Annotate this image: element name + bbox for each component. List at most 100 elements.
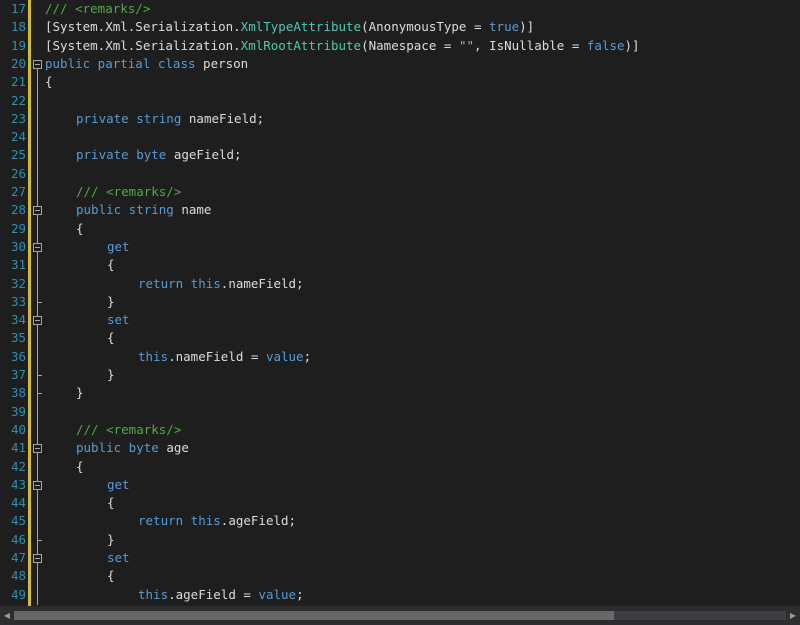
line-number: 35 xyxy=(10,330,26,346)
line-number: 23 xyxy=(10,110,26,126)
collapse-toggle-icon[interactable] xyxy=(33,242,42,252)
outline-end-marker xyxy=(37,393,42,395)
line-number: 19 xyxy=(10,37,26,53)
code-token: return this xyxy=(138,513,221,529)
code-line[interactable]: this.ageField = value; xyxy=(138,586,304,604)
code-line[interactable]: /// <remarks/> xyxy=(45,0,150,18)
code-token: person xyxy=(203,55,249,71)
code-line[interactable]: { xyxy=(107,567,115,585)
line-number: 45 xyxy=(10,513,26,529)
code-token: XmlTypeAttribute xyxy=(240,19,362,35)
code-token: .nameField = xyxy=(168,348,266,364)
code-token: .ageField = xyxy=(168,586,259,602)
code-text-area[interactable]: /// <remarks/> [System.Xml.Serialization.… xyxy=(45,0,800,606)
code-line[interactable]: get xyxy=(107,238,130,256)
line-number: 46 xyxy=(10,531,26,547)
outline-end-marker xyxy=(37,539,42,541)
code-line[interactable]: public partial class person xyxy=(45,55,248,73)
code-token: public string xyxy=(76,202,182,218)
code-line[interactable]: { xyxy=(45,73,53,91)
line-number: 44 xyxy=(10,495,26,511)
code-line[interactable]: } xyxy=(76,384,84,402)
scrollbar-track[interactable] xyxy=(14,611,786,620)
code-token: set xyxy=(107,312,130,328)
line-number: 33 xyxy=(10,293,26,309)
code-line[interactable]: private byte ageField; xyxy=(76,146,242,164)
code-line[interactable]: return this.ageField; xyxy=(138,512,296,530)
code-token: .nameField; xyxy=(220,275,304,291)
code-line[interactable]: return this.nameField; xyxy=(138,275,304,293)
code-token: [System.Xml.Serialization. xyxy=(45,37,241,53)
scroll-right-arrow-icon[interactable]: ▶ xyxy=(786,606,800,625)
code-token: set xyxy=(107,550,130,565)
line-number-gutter: 17 18 19 20 21 22 23 24 25 26 27 28 29 30 31 32 33 34 35 36… xyxy=(0,0,27,606)
code-token: { xyxy=(76,458,84,474)
collapse-toggle-icon[interactable] xyxy=(33,480,42,490)
code-token: "" xyxy=(458,37,474,53)
code-token: value xyxy=(258,586,297,602)
code-line[interactable]: /// <remarks/> xyxy=(76,421,181,439)
line-number: 48 xyxy=(10,568,26,584)
code-token: false xyxy=(586,37,625,53)
code-token: ; xyxy=(303,348,312,364)
code-token: [System.Xml.Serialization. xyxy=(45,19,241,35)
line-number: 49 xyxy=(10,586,26,602)
line-number: 31 xyxy=(10,257,26,273)
line-number: 26 xyxy=(10,165,26,181)
code-line[interactable]: { xyxy=(107,494,115,512)
code-token: } xyxy=(107,293,115,309)
code-token: private byte xyxy=(76,147,174,163)
collapse-toggle-icon[interactable] xyxy=(33,444,42,454)
code-token: return this xyxy=(138,275,221,291)
line-number: 24 xyxy=(10,129,26,145)
line-number: 22 xyxy=(10,92,26,108)
code-token: /// <remarks/> xyxy=(45,1,151,16)
code-token: ageField; xyxy=(173,147,242,163)
scroll-left-arrow-icon[interactable]: ◀ xyxy=(0,606,14,625)
code-editor[interactable]: 17 18 19 20 21 22 23 24 25 26 27 28 29 30 31 32 33 34 35 36… xyxy=(0,0,800,625)
code-line[interactable]: this.nameField = value; xyxy=(138,348,311,366)
line-number: 21 xyxy=(10,74,26,90)
code-line[interactable]: [System.Xml.Serialization.XmlTypeAttribu… xyxy=(45,18,534,36)
code-line[interactable]: public byte age xyxy=(76,439,189,457)
collapse-toggle-icon[interactable] xyxy=(33,206,42,216)
code-token: { xyxy=(107,568,115,584)
code-token: )] xyxy=(519,19,535,35)
code-token: name xyxy=(181,202,212,218)
code-line[interactable]: get xyxy=(107,476,130,494)
code-line[interactable]: /// <remarks/> xyxy=(76,183,181,201)
code-line[interactable]: [System.Xml.Serialization.XmlRootAttribu… xyxy=(45,37,640,55)
code-token: public byte xyxy=(76,440,167,456)
code-token: } xyxy=(107,531,115,547)
code-line[interactable]: { xyxy=(76,220,84,238)
code-token: .ageField; xyxy=(220,513,297,529)
code-line[interactable]: set xyxy=(107,311,130,329)
code-token: this xyxy=(138,586,169,602)
outline-end-marker xyxy=(37,375,42,376)
code-token: private string xyxy=(76,110,189,126)
scrollbar-thumb[interactable] xyxy=(14,611,614,620)
code-token: } xyxy=(107,367,115,382)
code-token: (Namespace = xyxy=(361,37,459,53)
horizontal-scrollbar[interactable]: ◀ ▶ xyxy=(0,606,800,625)
line-number: 30 xyxy=(10,238,26,254)
code-line[interactable]: { xyxy=(76,458,84,476)
code-line[interactable]: { xyxy=(107,329,115,347)
code-line[interactable]: private string nameField; xyxy=(76,110,264,128)
outlining-margin xyxy=(31,0,43,606)
code-token: ; xyxy=(296,586,304,602)
code-line[interactable]: } xyxy=(107,366,115,384)
code-line[interactable]: } xyxy=(107,531,115,549)
line-number: 17 xyxy=(10,1,26,16)
collapse-toggle-icon[interactable] xyxy=(33,554,42,563)
collapse-toggle-icon[interactable] xyxy=(33,316,42,326)
code-line[interactable]: set xyxy=(107,549,130,567)
code-line[interactable]: } xyxy=(107,293,115,311)
code-line[interactable]: { xyxy=(107,256,115,274)
code-token: { xyxy=(76,220,84,236)
line-number: 29 xyxy=(10,220,26,236)
code-line[interactable]: public string name xyxy=(76,201,211,219)
code-token: /// <remarks/> xyxy=(76,421,182,437)
code-token: { xyxy=(45,74,53,90)
collapse-toggle-icon[interactable] xyxy=(33,59,42,69)
